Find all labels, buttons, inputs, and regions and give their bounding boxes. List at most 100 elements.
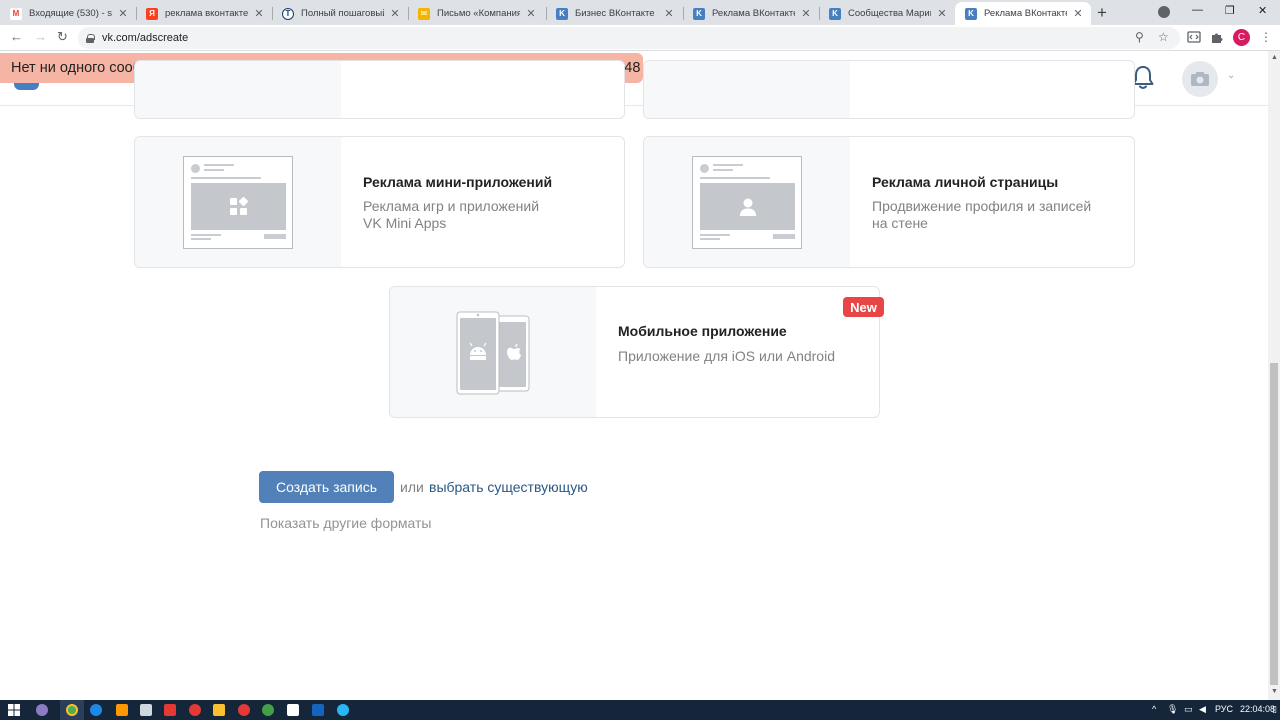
telegram-icon[interactable] [337,704,349,716]
ad-format-card-mini-apps[interactable]: Реклама мини-приложений Реклама игр и пр… [134,136,625,268]
card-description: VK Mini Apps [363,215,447,231]
browser-tab[interactable]: ✉ Письмо «Компания Ше ✕ [408,2,544,25]
card-title: Реклама мини-приложений [363,174,553,190]
windows-start-icon[interactable] [8,704,20,716]
card-illustration [644,61,850,118]
word-icon[interactable] [312,704,324,716]
chrome-icon[interactable] [66,704,78,716]
card-illustration [390,287,596,417]
browser-tab[interactable]: Я реклама вконтакте как ✕ [136,2,272,25]
post-mockup [692,156,802,249]
vk-icon: K [556,7,568,20]
tab-title: Полный пошаговый гид [301,8,384,19]
mini-apps-grid-icon [229,196,248,215]
ad-format-card-partial[interactable] [134,60,625,119]
address-bar[interactable]: vk.com/adscreate [78,27,1180,49]
notifications-icon[interactable]: ▯ [1272,704,1277,715]
opera-icon[interactable] [238,704,250,716]
user-avatar[interactable] [1182,61,1218,97]
browser-tab-strip: M Входящие (530) - sofian ✕ Я реклама вк… [0,0,1280,25]
extension-devtools-icon[interactable] [1187,30,1201,44]
ad-format-card-personal-page[interactable]: Реклама личной страницы Продвижение проф… [643,136,1135,268]
language-indicator[interactable]: РУС [1215,704,1233,714]
close-icon[interactable]: ✕ [799,7,813,20]
window-close-icon[interactable]: ✕ [1258,4,1267,17]
yandex-icon: Я [146,7,158,20]
browser-tab[interactable]: K Бизнес ВКонтакте | Рек ✕ [546,2,682,25]
lock-icon [86,33,95,43]
site-icon: T [282,7,294,20]
scroll-down-icon[interactable]: ▼ [1271,688,1278,695]
new-tab-icon[interactable]: + [1097,3,1107,23]
show-other-formats-link[interactable]: Показать другие форматы [260,515,431,531]
vlc-icon[interactable] [116,704,128,716]
scroll-up-icon[interactable]: ▲ [1271,54,1278,61]
profile-avatar-icon[interactable]: C [1233,29,1250,46]
card-title: Мобильное приложение [618,323,787,339]
create-post-button[interactable]: Создать запись [259,471,394,503]
card-description: Реклама игр и приложений [363,198,540,214]
extensions-puzzle-icon[interactable] [1210,30,1224,44]
vk-icon: K [829,7,841,20]
clock[interactable]: 22:04:08 [1240,704,1275,714]
page-scrollbar[interactable]: ▲ ▼ [1268,51,1280,700]
card-description: Приложение для iOS или Android [618,348,835,364]
taskbar-app-icon[interactable] [36,704,48,716]
choose-existing-link[interactable]: выбрать существующую [429,479,588,495]
edge-icon[interactable] [90,704,102,716]
tab-title: Реклама ВКонтакте [712,8,795,19]
scrollbar-thumb[interactable] [1270,363,1278,685]
card-illustration [644,137,850,267]
post-mockup [183,156,293,249]
windows-taskbar: ^ 🎙 ▭ ◀ РУС 22:04:08 ▯ [0,700,1280,720]
close-icon[interactable]: ✕ [935,7,949,20]
network-icon[interactable]: ▭ [1184,704,1193,715]
close-icon[interactable]: ✕ [116,7,130,20]
minimize-icon[interactable]: — [1192,4,1203,16]
file-explorer-icon[interactable] [213,704,225,716]
tray-chevron-icon[interactable]: ^ [1152,704,1156,714]
close-icon[interactable]: ✕ [662,7,676,20]
browser-menu-icon[interactable]: ⋮ [1260,30,1272,44]
tab-title: Входящие (530) - sofian [29,8,112,19]
yandex-browser-icon[interactable] [189,704,201,716]
browser-tab[interactable]: T Полный пошаговый гид ✕ [272,2,408,25]
phones-illustration-icon [456,311,530,395]
gmail-icon: M [10,7,22,20]
vk-icon: K [693,7,705,20]
browser-tab-active[interactable]: K Реклама ВКонтакте ✕ [955,2,1091,25]
microphone-icon[interactable]: 🎙 [1167,704,1178,715]
browser-tab[interactable]: K Реклама ВКонтакте ✕ [683,2,819,25]
tab-title: Реклама ВКонтакте [984,8,1067,19]
person-icon [739,198,756,216]
taskbar-app-icon[interactable] [140,704,152,716]
close-icon[interactable]: ✕ [524,7,538,20]
bookmark-star-icon[interactable]: ☆ [1158,30,1169,44]
browser-profile-icon[interactable] [1158,6,1170,18]
volume-icon[interactable]: ◀ [1199,704,1206,715]
close-icon[interactable]: ✕ [1071,7,1085,20]
reload-icon[interactable]: ↻ [57,29,68,45]
taskbar-app-icon[interactable] [164,704,176,716]
or-text: или [400,479,424,495]
whatsapp-icon[interactable] [262,704,274,716]
forward-icon[interactable]: → [34,29,47,44]
zoom-icon[interactable]: ⚲ [1135,30,1144,44]
browser-toolbar: ← → ↻ vk.com/adscreate ⚲ ☆ C ⋮ [0,25,1280,51]
browser-tab[interactable]: K Сообщества Марины У ✕ [819,2,955,25]
browser-tab[interactable]: M Входящие (530) - sofian ✕ [0,2,136,25]
vk-icon: K [965,7,977,20]
url-text: vk.com/adscreate [102,32,189,44]
new-badge: New [843,297,884,317]
chevron-down-icon[interactable]: ⌄ [1227,70,1235,81]
ad-format-card-partial[interactable] [643,60,1135,119]
close-icon[interactable]: ✕ [252,7,266,20]
ad-format-card-mobile-app[interactable]: Мобильное приложение Приложение для iOS … [389,286,880,418]
close-icon[interactable]: ✕ [388,7,402,20]
camera-icon [1191,72,1209,86]
back-icon[interactable]: ← [10,29,23,44]
tab-title: Сообщества Марины У [848,8,931,19]
mail-icon: ✉ [418,7,430,20]
taskbar-app-icon[interactable] [287,704,299,716]
maximize-icon[interactable]: ❐ [1225,4,1235,17]
